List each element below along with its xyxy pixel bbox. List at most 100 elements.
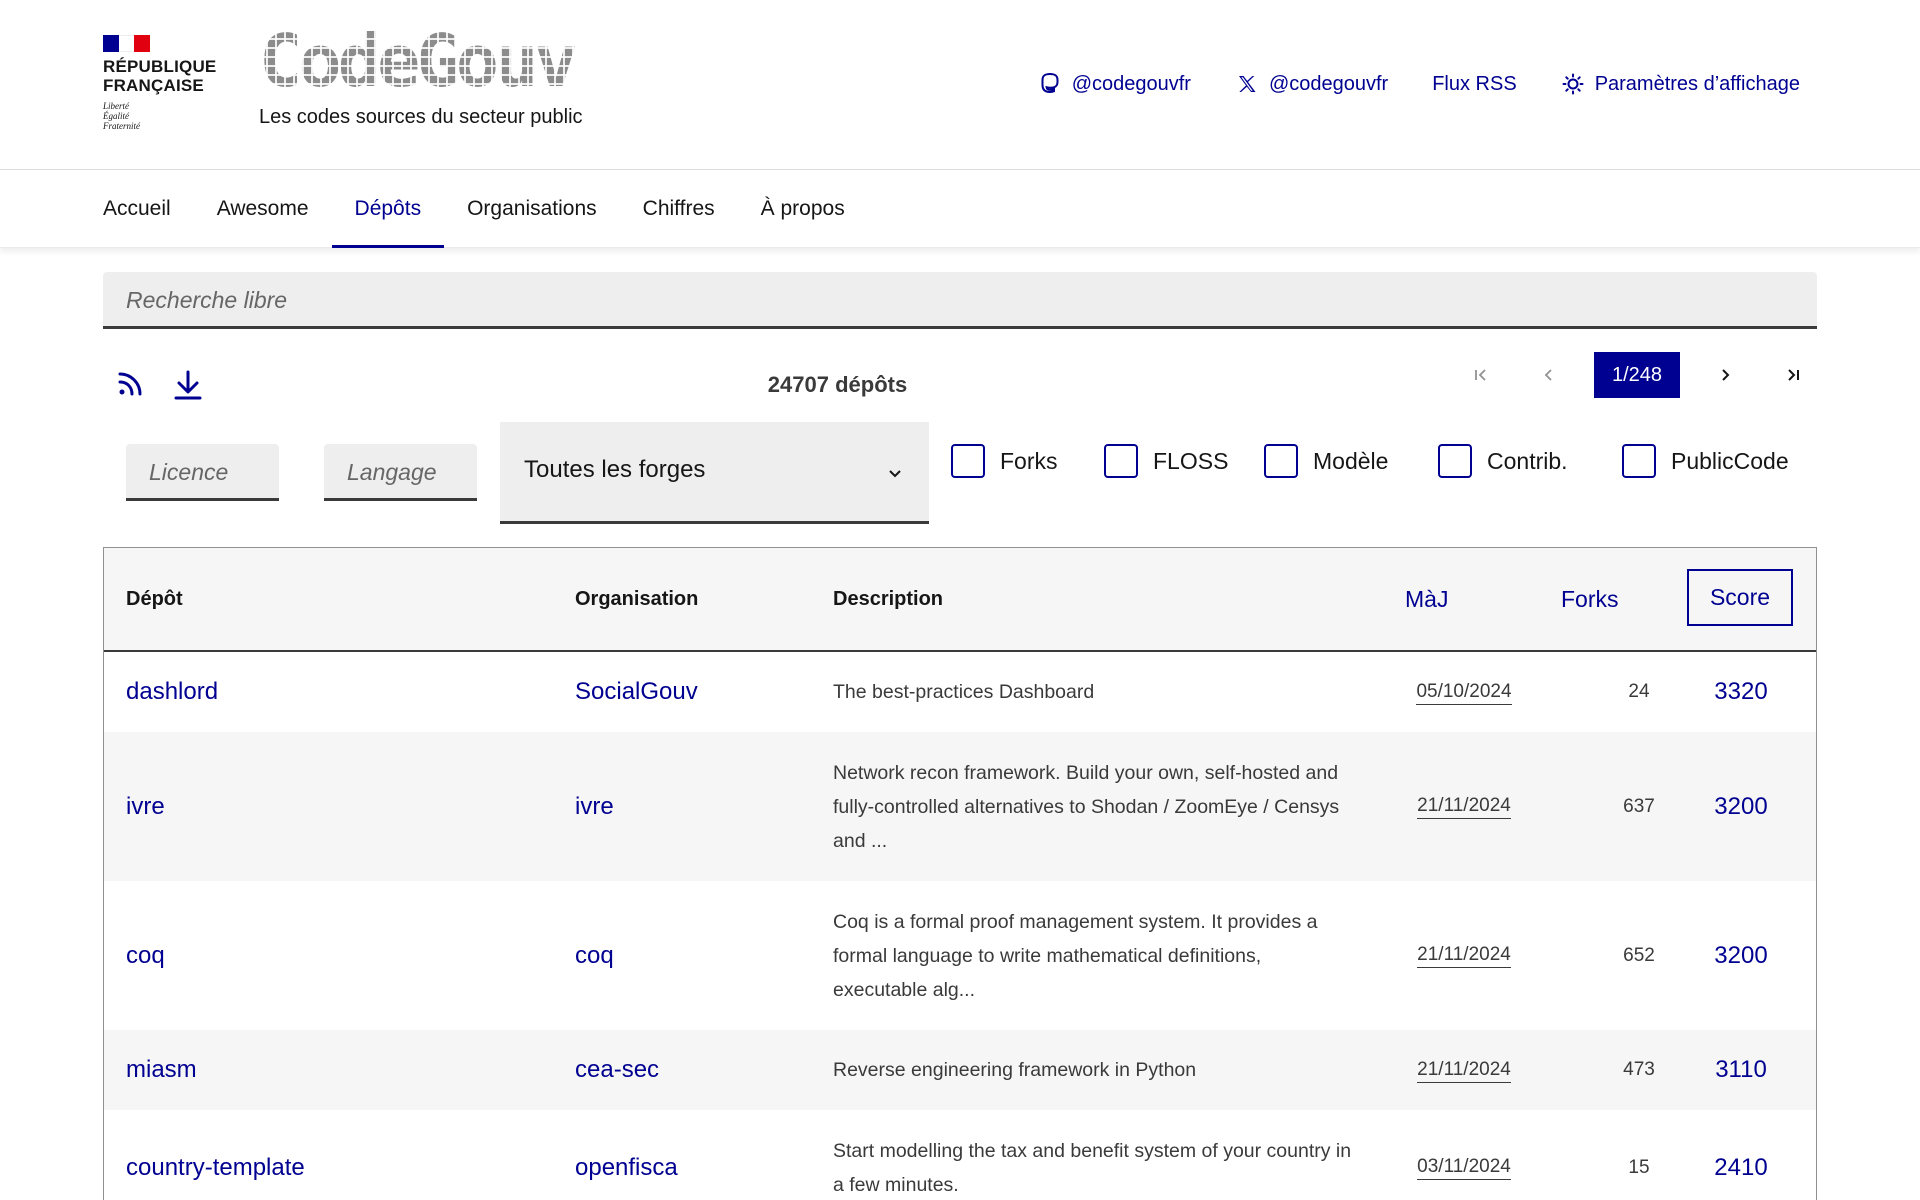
main-navigation: Accueil Awesome Dépôts Organisations Chi…	[0, 170, 1920, 248]
nav-item-chiffres[interactable]: Chiffres	[620, 170, 738, 248]
repo-forks: 637	[1623, 795, 1655, 817]
checkbox-publiccode-box[interactable]	[1622, 444, 1656, 478]
checkbox-modele-label: Modèle	[1313, 447, 1389, 474]
republique-line-1: RÉPUBLIQUE	[103, 57, 217, 76]
mastodon-link[interactable]: @codegouvfr	[1038, 72, 1191, 96]
repo-update-date-text: 03/11/2024	[1417, 1155, 1511, 1180]
repo-update-date: 03/11/2024	[1384, 1110, 1544, 1200]
repo-score[interactable]: 3200	[1689, 732, 1793, 881]
repo-forks: 473	[1623, 1059, 1655, 1080]
table-row: dashlord SocialGouv The best-practices D…	[104, 652, 1816, 732]
repo-update-date: 21/11/2024	[1384, 881, 1544, 1030]
current-page-indicator[interactable]: 1/248	[1594, 352, 1680, 398]
column-header-organisation: Organisation	[575, 588, 699, 610]
motto-egalite: Égalité	[103, 111, 129, 121]
repo-forks: 24	[1628, 681, 1650, 702]
repo-link[interactable]: coq	[126, 881, 165, 1030]
table-row: ivre ivre Network recon framework. Build…	[104, 732, 1816, 881]
repo-update-date: 05/10/2024	[1384, 652, 1544, 732]
sort-by-date-button[interactable]: MàJ	[1405, 548, 1448, 650]
codegouv-brand[interactable]: CodeGouv Les codes sources du secteur pu…	[259, 30, 604, 129]
checkbox-floss[interactable]: FLOSS	[1104, 444, 1228, 478]
search-input[interactable]: Recherche libre	[103, 272, 1817, 329]
checkbox-contrib[interactable]: Contrib.	[1438, 444, 1568, 478]
langage-input[interactable]: Langage	[324, 444, 477, 501]
table-row: miasm cea-sec Reverse engineering framew…	[104, 1030, 1816, 1110]
last-page-button[interactable]	[1770, 352, 1816, 398]
download-icon[interactable]	[170, 367, 206, 403]
previous-page-button[interactable]	[1526, 352, 1572, 398]
checkbox-publiccode-label: PublicCode	[1671, 447, 1789, 474]
table-row: coq coq Coq is a formal proof management…	[104, 881, 1816, 1030]
repositories-table: Dépôt Organisation Description MàJ Forks…	[103, 547, 1817, 1200]
licence-input[interactable]: Licence	[126, 444, 279, 501]
nav-item-awesome[interactable]: Awesome	[194, 170, 332, 248]
repo-score[interactable]: 2410	[1689, 1110, 1793, 1200]
repo-update-date: 21/11/2024	[1384, 1030, 1544, 1110]
repo-score[interactable]: 3320	[1689, 652, 1793, 732]
org-link[interactable]: coq	[575, 881, 614, 1030]
checkbox-floss-label: FLOSS	[1153, 447, 1229, 474]
nav-item-a-propos[interactable]: À propos	[738, 170, 868, 248]
checkbox-floss-box[interactable]	[1104, 444, 1138, 478]
first-page-icon	[1475, 369, 1486, 381]
site-header: RÉPUBLIQUE FRANÇAISE Liberté Égalité Fra…	[0, 0, 1920, 170]
checkbox-contrib-box[interactable]	[1438, 444, 1472, 478]
repo-count: 24707 dépôts	[767, 372, 908, 397]
checkbox-forks-box[interactable]	[951, 444, 985, 478]
header-tools: @codegouvfr @codegouvfr Flux RSS Paramèt…	[994, 72, 1800, 96]
checkbox-forks[interactable]: Forks	[951, 444, 1058, 478]
repo-description: The best-practices Dashboard	[833, 681, 1095, 703]
repo-description: Coq is a formal proof management system.…	[833, 910, 1318, 1001]
repo-update-date: 21/11/2024	[1384, 732, 1544, 881]
next-page-button[interactable]	[1702, 352, 1748, 398]
sun-icon	[1561, 72, 1585, 96]
mastodon-label: @codegouvfr	[1071, 72, 1191, 95]
table-row: country-template openfisca Start modelli…	[104, 1110, 1816, 1200]
repo-link[interactable]: dashlord	[126, 652, 218, 732]
org-link[interactable]: cea-sec	[575, 1030, 659, 1110]
repo-link[interactable]: miasm	[126, 1030, 197, 1110]
motto-liberte: Liberté	[103, 101, 129, 111]
x-label: @codegouvfr	[1268, 72, 1389, 95]
repo-description: Start modelling the tax and benefit syst…	[833, 1139, 1352, 1196]
repo-score[interactable]: 3200	[1689, 881, 1793, 1030]
forge-select-value: Toutes les forges	[524, 456, 706, 483]
rss-feed-link[interactable]: Flux RSS	[1432, 73, 1516, 96]
repo-update-date-text: 21/11/2024	[1417, 1058, 1511, 1083]
rss-icon[interactable]	[115, 367, 147, 399]
checkbox-publiccode[interactable]: PublicCode	[1622, 444, 1789, 478]
last-page-icon	[1788, 369, 1799, 381]
codegouv-logo-text: CodeGouv	[259, 30, 578, 92]
repo-link[interactable]: country-template	[126, 1110, 305, 1200]
repo-forks: 652	[1623, 944, 1655, 966]
repo-update-date-text: 21/11/2024	[1417, 794, 1511, 819]
sort-by-score-button[interactable]: Score	[1687, 569, 1793, 626]
display-settings-button[interactable]: Paramètres d’affichage	[1561, 72, 1800, 96]
forge-select[interactable]: Toutes les forges	[500, 422, 929, 524]
org-link[interactable]: ivre	[575, 732, 614, 881]
nav-item-organisations[interactable]: Organisations	[444, 170, 620, 248]
site-tagline: Les codes sources du secteur public	[259, 106, 583, 128]
x-icon	[1235, 72, 1259, 96]
checkbox-modele[interactable]: Modèle	[1264, 444, 1388, 478]
first-page-button[interactable]	[1458, 352, 1504, 398]
republique-francaise-logo[interactable]: RÉPUBLIQUE FRANÇAISE Liberté Égalité Fra…	[103, 35, 223, 131]
chevron-right-icon	[1722, 369, 1730, 381]
repo-score[interactable]: 3110	[1689, 1030, 1793, 1110]
checkbox-forks-label: Forks	[1000, 447, 1058, 474]
chevron-down-icon	[887, 460, 903, 488]
org-link[interactable]: openfisca	[575, 1110, 678, 1200]
sort-by-forks-button[interactable]: Forks	[1561, 548, 1619, 650]
org-link[interactable]: SocialGouv	[575, 652, 698, 732]
mastodon-icon	[1038, 72, 1062, 96]
nav-item-depots[interactable]: Dépôts	[331, 170, 445, 248]
repo-link[interactable]: ivre	[126, 732, 165, 881]
checkbox-contrib-label: Contrib.	[1487, 447, 1568, 474]
pagination: 1/248	[1458, 352, 1816, 398]
repo-forks: 15	[1628, 1156, 1650, 1178]
nav-item-accueil[interactable]: Accueil	[80, 170, 194, 248]
motto-fraternite: Fraternité	[103, 121, 140, 131]
checkbox-modele-box[interactable]	[1264, 444, 1298, 478]
x-link[interactable]: @codegouvfr	[1235, 72, 1388, 96]
